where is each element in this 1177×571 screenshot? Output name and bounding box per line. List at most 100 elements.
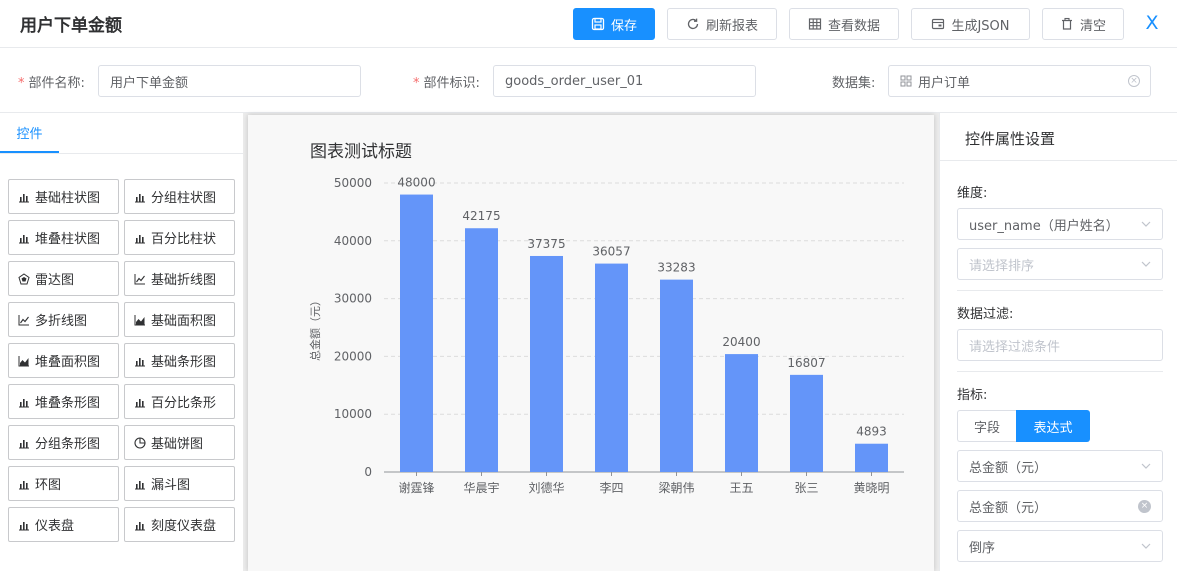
refresh-report-button[interactable]: 刷新报表	[667, 8, 777, 40]
widget-button[interactable]: 堆叠面积图	[8, 343, 119, 378]
widget-button[interactable]: 堆叠柱状图	[8, 220, 119, 255]
widget-label: 基础柱状图	[35, 191, 101, 206]
dataset-value: 用户订单	[918, 75, 971, 91]
bar-chart: 图表测试标题总金额（元） 0 10000 20000 30000 40000 50000 48…	[308, 142, 904, 495]
dataset-label: 数据集:	[832, 76, 876, 91]
widget-label: 堆叠面积图	[35, 355, 101, 370]
widget-panel: 控件 基础柱状图 分组柱状图 堆叠柱状图 百分比柱状 雷达图 基础折线图多折线图 基础面积图…	[0, 113, 243, 571]
widget-button[interactable]: 基础柱状图	[8, 179, 119, 214]
widget-button[interactable]: 分组柱状图	[124, 179, 235, 214]
bar-chart-icon	[135, 521, 145, 530]
widget-button[interactable]: 多折线图	[8, 302, 119, 337]
pie-chart-icon	[134, 436, 146, 449]
clear-icon[interactable]: ×	[1138, 500, 1151, 513]
data-label: 37375	[527, 237, 565, 251]
bar-chart-icon	[135, 480, 145, 489]
data-label: 20400	[722, 335, 760, 349]
tab-divider	[0, 153, 243, 154]
widget-label: 百分比条形	[151, 396, 217, 411]
area-chart-icon	[134, 314, 145, 325]
component-name-value: 用户下单金额	[110, 75, 189, 91]
chart-workspace: 图表测试标题 总金额（元） 0 10000 20000 30000 40000 50000 48…	[243, 113, 939, 571]
bar-chart-icon	[19, 439, 29, 448]
trash-icon	[1061, 17, 1072, 30]
widget-button[interactable]: 刻度仪表盘	[124, 507, 235, 542]
sort-placeholder: 请选择排序	[969, 258, 1035, 274]
y-tick-label: 40000	[334, 234, 372, 248]
metric-value: 总金额（元）	[969, 460, 1048, 476]
bar	[465, 228, 498, 472]
filter-label: 数据过滤:	[957, 307, 1014, 322]
widget-label: 刻度仪表盘	[151, 519, 217, 534]
widget-button[interactable]: 百分比柱状	[124, 220, 235, 255]
widget-button[interactable]: 堆叠条形图	[8, 384, 119, 419]
widget-label: 仪表盘	[35, 519, 75, 534]
data-label: 33283	[657, 261, 695, 275]
dimension-label: 维度:	[957, 186, 988, 201]
metric-select[interactable]: 总金额（元）	[957, 450, 1163, 482]
data-label: 16807	[787, 356, 825, 370]
view-data-button[interactable]: 查看数据	[789, 8, 899, 40]
widget-button[interactable]: 基础面积图	[124, 302, 235, 337]
bar	[400, 194, 433, 472]
widget-button[interactable]: 漏斗图	[124, 466, 235, 501]
chart-title: 图表测试标题	[310, 142, 412, 162]
component-form: * 部件名称: 用户下单金额 * 部件标识: goods_order_user_01…	[0, 48, 1177, 113]
generate-json-button[interactable]: 生成JSON	[911, 8, 1030, 40]
widget-button[interactable]: 分组条形图	[8, 425, 119, 460]
y-tick-label: 0	[364, 465, 372, 479]
sort-select[interactable]: 请选择排序	[957, 248, 1163, 280]
component-name-input[interactable]: 用户下单金额	[98, 65, 361, 97]
clear-button[interactable]: 清空	[1042, 8, 1124, 40]
component-name-label-text: 部件名称:	[28, 76, 85, 91]
bar-chart-icon	[19, 521, 29, 530]
divider	[957, 290, 1163, 291]
bar-chart-icon	[19, 234, 29, 243]
y-axis-label: 总金额（元）	[308, 295, 322, 361]
filter-select[interactable]: 请选择过滤条件	[957, 329, 1163, 361]
dimension-select[interactable]: user_name（用户姓名）	[957, 208, 1163, 240]
dataset-select[interactable]: 用户订单 ×	[888, 65, 1151, 97]
field-toggle-button[interactable]: 字段	[957, 410, 1016, 442]
expression-toggle-button[interactable]: 表达式	[1016, 410, 1090, 442]
y-tick-label: 20000	[334, 349, 372, 363]
area-chart-icon	[18, 355, 29, 366]
widget-label: 基础折线图	[151, 273, 217, 288]
widget-button[interactable]: 百分比条形	[124, 384, 235, 419]
y-tick-label: 10000	[334, 407, 372, 421]
save-button[interactable]: 保存	[573, 8, 655, 40]
widget-button[interactable]: 基础折线图	[124, 261, 235, 296]
x-tick-label: 刘德华	[528, 480, 564, 495]
widget-button[interactable]: 基础饼图	[124, 425, 235, 460]
metric-label: 指标:	[957, 388, 988, 403]
y-tick-label: 30000	[334, 292, 372, 306]
chart-canvas: 图表测试标题 总金额（元） 0 10000 20000 30000 40000 50000 48…	[248, 115, 934, 571]
widget-button[interactable]: 基础条形图	[124, 343, 235, 378]
bar-chart-icon	[135, 193, 145, 202]
widget-button[interactable]: 仪表盘	[8, 507, 119, 542]
chevron-down-icon	[1141, 221, 1151, 227]
generate-json-label: 生成JSON	[951, 18, 1010, 34]
close-icon[interactable]: X	[1142, 10, 1162, 36]
component-name-label: * 部件名称:	[18, 72, 85, 91]
widget-label: 堆叠条形图	[35, 396, 101, 411]
tab-widgets[interactable]: 控件	[0, 113, 59, 153]
order-select[interactable]: 倒序	[957, 530, 1163, 562]
widget-button[interactable]: 环图	[8, 466, 119, 501]
widget-button[interactable]: 雷达图	[8, 261, 119, 296]
metric-alias-input[interactable]: 总金额（元） ×	[957, 490, 1163, 522]
component-id-input[interactable]: goods_order_user_01	[493, 65, 756, 97]
refresh-icon	[687, 18, 699, 30]
data-label: 42175	[462, 209, 500, 223]
bar-chart-icon	[135, 234, 145, 243]
filter-placeholder: 请选择过滤条件	[969, 339, 1061, 355]
x-tick-label: 张三	[794, 481, 818, 495]
widget-label: 多折线图	[35, 314, 88, 329]
clear-icon[interactable]: ×	[1128, 75, 1140, 87]
data-label: 4893	[856, 425, 887, 439]
x-tick-label: 李四	[599, 480, 623, 495]
widget-label: 漏斗图	[151, 478, 191, 493]
order-value: 倒序	[969, 540, 996, 556]
table-icon	[808, 18, 822, 30]
bar	[790, 374, 823, 472]
